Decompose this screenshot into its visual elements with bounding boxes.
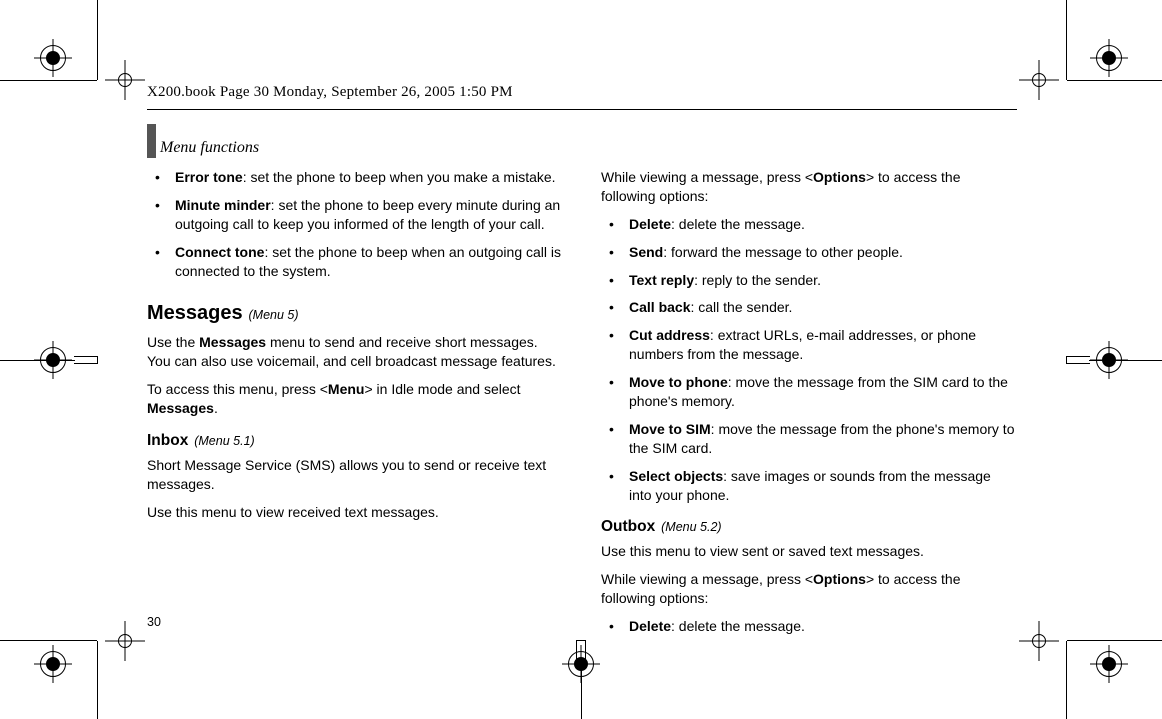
right-column: While viewing a message, press <Options>… — [601, 168, 1017, 645]
paragraph: To access this menu, press <Menu> in Idl… — [147, 380, 563, 418]
heading-note: (Menu 5.1) — [194, 434, 254, 448]
page-content: X200.book Page 30 Monday, September 26, … — [97, 80, 1067, 641]
paragraph: Use this menu to view sent or saved text… — [601, 542, 1017, 561]
heading-text: Messages — [147, 302, 243, 324]
paragraph: While viewing a message, press <Options>… — [601, 168, 1017, 206]
registration-mark-icon — [1096, 347, 1122, 373]
term: Cut address — [629, 327, 710, 343]
heading-text: Inbox — [147, 432, 188, 449]
crop-mark — [1067, 640, 1162, 641]
section-title: Menu functions — [160, 139, 259, 158]
paragraph: Use the Messages menu to send and receiv… — [147, 333, 563, 371]
registration-mark-icon — [1096, 45, 1122, 71]
heading-text: Outbox — [601, 518, 655, 535]
term: Minute minder — [175, 197, 271, 213]
term: Move to SIM — [629, 421, 711, 437]
heading-note: (Menu 5) — [249, 308, 299, 322]
registration-mark-icon — [40, 651, 66, 677]
desc: : call the sender. — [690, 299, 792, 315]
registration-mark-icon — [40, 347, 66, 373]
top-bullet-list: Error tone: set the phone to beep when y… — [147, 168, 563, 280]
registration-mark-icon — [568, 651, 594, 677]
desc: : delete the message. — [671, 216, 805, 232]
list-item: Text reply: reply to the sender. — [601, 271, 1017, 290]
desc: : forward the message to other people. — [663, 244, 903, 260]
list-item: Send: forward the message to other peopl… — [601, 243, 1017, 262]
left-column: Error tone: set the phone to beep when y… — [147, 168, 563, 645]
registration-mark-icon — [40, 45, 66, 71]
term: Connect tone — [175, 244, 264, 260]
list-item: Call back: call the sender. — [601, 298, 1017, 317]
heading-inbox: Inbox (Menu 5.1) — [147, 432, 563, 450]
section-bar-icon — [147, 124, 156, 158]
registration-mark-icon — [1096, 651, 1122, 677]
crop-mark — [1066, 0, 1067, 80]
term: Delete — [629, 618, 671, 634]
list-item: Move to SIM: move the message from the p… — [601, 420, 1017, 458]
list-item: Cut address: extract URLs, e-mail addres… — [601, 326, 1017, 364]
crop-mark — [1066, 356, 1090, 364]
paragraph: Short Message Service (SMS) allows you t… — [147, 456, 563, 494]
paragraph: Use this menu to view received text mess… — [147, 503, 563, 522]
section-header: Menu functions — [147, 124, 1017, 158]
term: Text reply — [629, 272, 694, 288]
heading-messages: Messages (Menu 5) — [147, 302, 563, 325]
crop-mark — [0, 80, 97, 81]
list-item: Move to phone: move the message from the… — [601, 373, 1017, 411]
options-bullet-list-2: Delete: delete the message. — [601, 617, 1017, 636]
term: Move to phone — [629, 374, 728, 390]
content-columns: Error tone: set the phone to beep when y… — [147, 168, 1017, 645]
crop-mark — [74, 356, 98, 364]
desc: : reply to the sender. — [694, 272, 821, 288]
crop-mark — [97, 0, 98, 80]
heading-note: (Menu 5.2) — [661, 520, 721, 534]
list-item: Error tone: set the phone to beep when y… — [147, 168, 563, 187]
list-item: Minute minder: set the phone to beep eve… — [147, 196, 563, 234]
page-number: 30 — [147, 615, 161, 629]
list-item: Connect tone: set the phone to beep when… — [147, 243, 563, 281]
term: Send — [629, 244, 663, 260]
crop-mark — [1067, 80, 1162, 81]
book-header: X200.book Page 30 Monday, September 26, … — [147, 80, 1017, 110]
options-bullet-list: Delete: delete the message. Send: forwar… — [601, 215, 1017, 505]
crop-mark — [0, 640, 97, 641]
term: Select objects — [629, 468, 723, 484]
desc: : delete the message. — [671, 618, 805, 634]
crop-mark — [97, 641, 98, 719]
list-item: Select objects: save images or sounds fr… — [601, 467, 1017, 505]
term: Error tone — [175, 169, 243, 185]
term: Delete — [629, 216, 671, 232]
crop-mark — [1066, 641, 1067, 719]
list-item: Delete: delete the message. — [601, 215, 1017, 234]
heading-outbox: Outbox (Menu 5.2) — [601, 518, 1017, 536]
list-item: Delete: delete the message. — [601, 617, 1017, 636]
term: Call back — [629, 299, 690, 315]
paragraph: While viewing a message, press <Options>… — [601, 570, 1017, 608]
desc: : set the phone to beep when you make a … — [243, 169, 556, 185]
